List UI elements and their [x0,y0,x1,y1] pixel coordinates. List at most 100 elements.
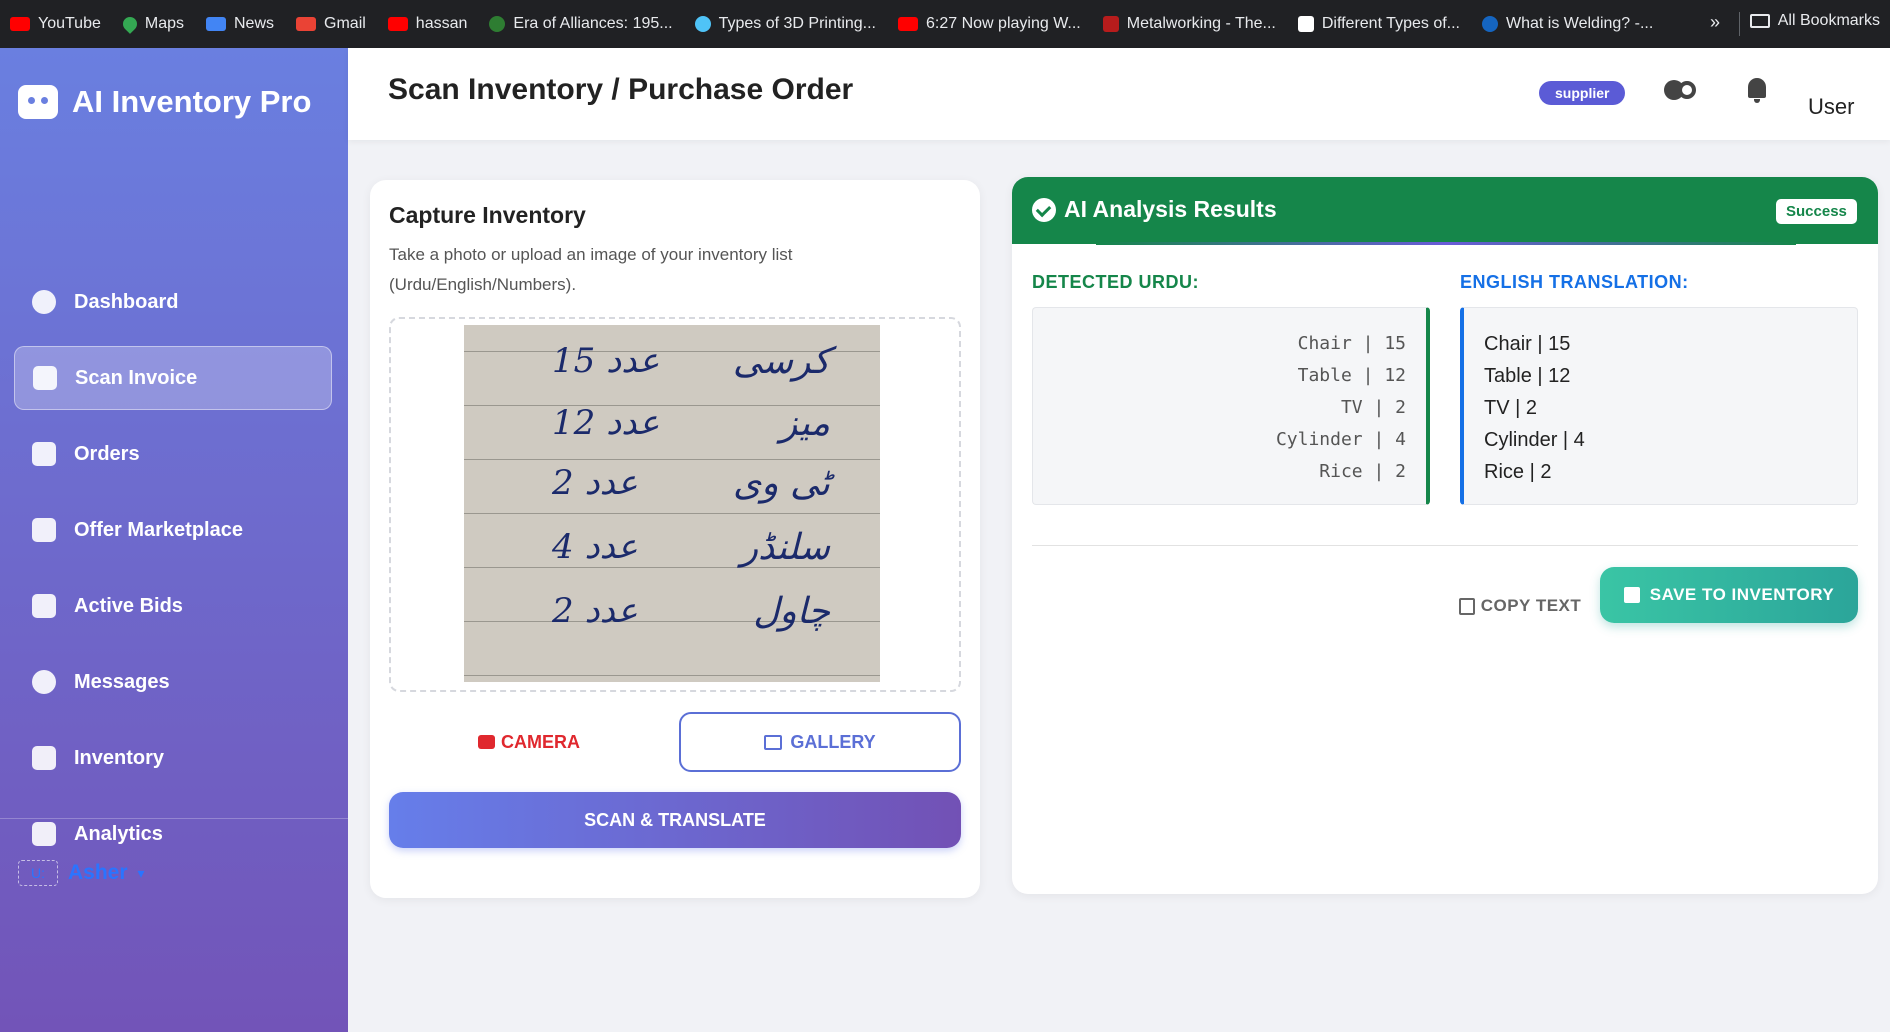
sun-icon [1678,81,1696,99]
sidebar-item-inventory[interactable]: Inventory [14,726,332,790]
bookmark-3d-printing[interactable]: Types of 3D Printing... [694,15,876,33]
bookmark-metalworking[interactable]: Metalworking - The... [1102,15,1276,33]
scan-translate-button[interactable]: SCAN & TRANSLATE [389,792,961,848]
notification-bell-icon[interactable] [1746,78,1768,104]
bookmark-hassan[interactable]: hassan [387,15,467,33]
chevron-down-icon: ▾ [137,864,145,881]
sidebar-item-messages[interactable]: Messages [14,650,332,714]
bookmark-maps[interactable]: Maps [119,14,184,34]
detected-line: Chair | 15 [1297,333,1406,354]
inventory-photo: 15 عدد کرسی 12 عدد میز 2 عدد ٹی وی 4 عدد سلن… [464,325,880,682]
handwritten-item: میز [779,403,830,444]
top-header: Scan Inventory / Purchase Order supplier… [348,48,1890,140]
truck-icon [32,442,56,466]
bookmarks-bar: YouTube Maps News Gmail hassan Era of Al… [0,0,1890,48]
english-translation-label: ENGLISH TRANSLATION: [1460,272,1689,292]
image-icon [764,734,783,750]
bookmark-news[interactable]: News [206,15,274,33]
role-badge: supplier [1539,81,1626,105]
results-accent-line [1096,242,1796,245]
translation-line: Rice | 2 [1484,461,1552,483]
youtube-icon [387,17,408,31]
ai-analysis-card: AI Analysis Results Success DETECTED URD… [1012,177,1878,894]
capture-description: Take a photo or upload an image of your … [389,245,793,294]
bookmark-youtube[interactable]: YouTube [10,15,101,33]
handwritten-item: ٹی وی [732,463,830,504]
sidebar-item-scan-invoice[interactable]: Scan Invoice [14,346,332,410]
detected-line: TV | 2 [1340,397,1406,418]
bookmark-gmail[interactable]: Gmail [296,15,366,33]
bookmark-now-playing[interactable]: 6:27 Now playing W... [898,15,1081,33]
camera-button[interactable]: CAMERA [389,712,669,772]
tm-icon [1102,16,1119,32]
translation-line: Table | 12 [1484,365,1571,387]
handwritten-row: 4 عدد سلنڈر [464,527,880,577]
invoice-icon [33,366,57,390]
image-dropzone[interactable]: 15 عدد کرسی 12 عدد میز 2 عدد ٹی وی 4 عدد سلن… [389,317,961,692]
camera-icon [478,735,495,749]
gavel-icon [32,594,56,618]
header-avatar[interactable]: User [1808,70,1858,120]
theme-toggle-icon[interactable] [1664,78,1698,102]
user-name: Asher [68,861,128,884]
page-title: Scan Inventory / Purchase Order [388,73,854,106]
detected-line: Cylinder | 4 [1275,429,1406,450]
handwritten-row: 2 عدد چاول [464,591,880,641]
sidebar-item-analytics[interactable]: Analytics [14,802,332,866]
sidebar-item-orders[interactable]: Orders [14,422,332,486]
handwritten-quantity: 2 عدد [552,591,638,631]
save-to-inventory-button[interactable]: SAVE TO INVENTORY [1600,567,1858,623]
globe-icon [1482,16,1498,32]
robot-icon [18,85,58,119]
paper-line [464,459,880,460]
sidebar: AI Inventory Pro Dashboard Scan Invoice … [0,48,348,1032]
chart-line-icon [32,822,56,846]
results-title: AI Analysis Results [1064,196,1277,222]
bell-clapper [1754,99,1760,103]
gallery-button[interactable]: GALLERY [679,712,961,772]
results-header: AI Analysis Results Success [1012,177,1878,244]
handwritten-quantity: 15 عدد [552,341,660,381]
handwritten-quantity: 2 عدد [552,463,638,503]
brand[interactable]: AI Inventory Pro [18,84,311,120]
gmail-icon [296,17,317,31]
sidebar-item-offer-marketplace[interactable]: Offer Marketplace [14,498,332,562]
results-divider [1032,545,1858,546]
detected-urdu-label: DETECTED URDU: [1032,272,1199,292]
sidebar-user-menu[interactable]: U: Asher ▾ [18,860,145,886]
avatar: U: [18,860,58,886]
handwritten-item: چاول [753,591,830,632]
chat-icon [32,670,56,694]
boxes-icon [32,746,56,770]
check-circle-icon [1032,198,1056,222]
more-bookmarks-button[interactable]: » [1710,12,1720,33]
detected-line: Rice | 2 [1319,461,1406,482]
brand-title: AI Inventory Pro [72,84,312,119]
english-translation-text[interactable]: Chair | 15 Table | 12 TV | 2 Cylinder | … [1460,307,1858,505]
youtube-icon [10,17,30,31]
bookmark-era-of-alliances[interactable]: Era of Alliances: 195... [489,15,673,33]
save-icon [1623,587,1640,603]
bookmark-welding[interactable]: What is Welding? -... [1482,15,1653,33]
folder-icon [1749,14,1770,28]
sidebar-divider [0,818,348,819]
handwritten-quantity: 12 عدد [552,403,660,443]
clipboard-icon [32,518,56,542]
youtube-icon [898,17,918,31]
detected-urdu-text[interactable]: Chair | 15 Table | 12 TV | 2 Cylinder | … [1032,307,1430,505]
translation-line: Cylinder | 4 [1484,429,1585,451]
translation-line: Chair | 15 [1484,333,1571,355]
translation-line: TV | 2 [1484,397,1537,419]
all-bookmarks-button[interactable]: All Bookmarks [1749,12,1880,30]
capture-title: Capture Inventory [389,202,586,228]
sidebar-item-active-bids[interactable]: Active Bids [14,574,332,638]
status-badge: Success [1776,199,1857,224]
news-icon [206,17,226,31]
handwritten-item: سلنڈر [740,527,830,568]
sidebar-item-dashboard[interactable]: Dashboard [14,270,332,334]
bookmark-different-types[interactable]: Different Types of... [1297,15,1460,33]
handwritten-row: 12 عدد میز [464,403,880,453]
handwritten-row: 2 عدد ٹی وی [464,463,880,513]
bookmarks-divider [1739,12,1740,36]
copy-text-button[interactable]: COPY TEXT [1440,585,1600,627]
